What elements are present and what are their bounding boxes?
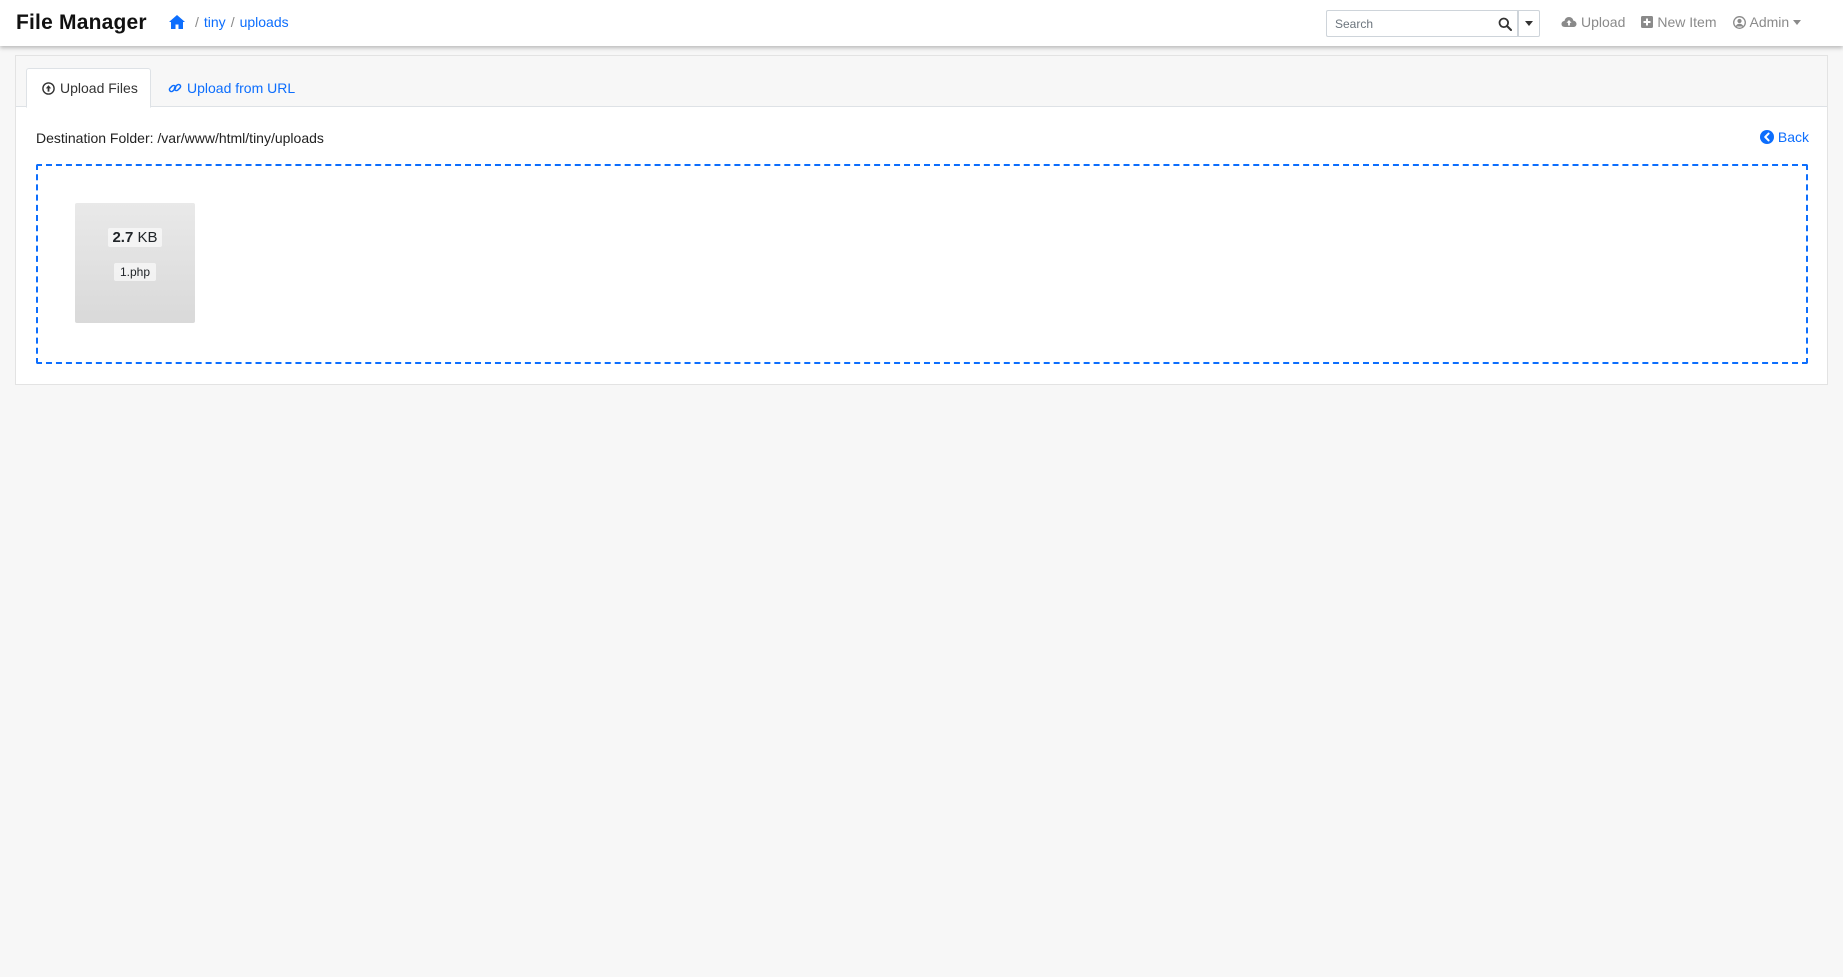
- link-icon: [168, 83, 182, 93]
- chevron-down-icon: [1793, 19, 1802, 25]
- file-size-value: 2.7: [112, 229, 134, 246]
- file-dropzone[interactable]: 2.7 KB 1.php: [36, 164, 1808, 364]
- new-item-link[interactable]: New Item: [1641, 14, 1717, 30]
- breadcrumb: / tiny / uploads: [168, 14, 289, 30]
- breadcrumb-item-uploads[interactable]: uploads: [240, 14, 289, 30]
- tab-upload-from-url[interactable]: Upload from URL: [168, 68, 295, 108]
- back-link[interactable]: Back: [1759, 129, 1809, 145]
- back-link-label: Back: [1777, 129, 1809, 145]
- upload-link-label: Upload: [1581, 14, 1626, 30]
- new-item-link-label: New Item: [1657, 14, 1717, 30]
- search-icon: [1498, 17, 1512, 31]
- breadcrumb-item-tiny[interactable]: tiny: [204, 14, 226, 30]
- card-header-tabs: Upload Files Upload from URL: [16, 56, 1827, 108]
- nav-links: Upload New Item Admin: [1561, 14, 1817, 30]
- search-button[interactable]: [1492, 10, 1518, 37]
- tab-upload-files-label: Upload Files: [60, 80, 138, 96]
- breadcrumb-separator: /: [195, 14, 199, 30]
- admin-dropdown[interactable]: Admin: [1732, 14, 1802, 30]
- cloud-upload-icon: [1561, 17, 1577, 27]
- chevron-circle-left-icon: [1759, 130, 1774, 144]
- tab-upload-from-url-label: Upload from URL: [187, 80, 296, 96]
- search-options-dropdown[interactable]: [1518, 10, 1540, 37]
- file-size-unit: KB: [137, 229, 158, 246]
- file-name-text: 1.php: [113, 263, 157, 281]
- app-brand[interactable]: File Manager: [16, 11, 147, 35]
- file-name: 1.php: [75, 263, 195, 281]
- destination-folder-text: Destination Folder: /var/www/html/tiny/u…: [36, 130, 324, 146]
- user-circle-icon: [1732, 15, 1746, 29]
- home-icon[interactable]: [168, 14, 186, 30]
- breadcrumb-separator: /: [230, 14, 235, 30]
- admin-label: Admin: [1749, 14, 1790, 30]
- upload-card: Upload Files Upload from URL Destination…: [15, 55, 1828, 385]
- top-navbar: File Manager / tiny / uploads Upload: [0, 0, 1843, 46]
- file-size: 2.7 KB: [75, 228, 195, 247]
- search-group: [1326, 10, 1540, 37]
- arrow-circle-up-icon: [42, 81, 55, 95]
- plus-square-icon: [1641, 16, 1654, 28]
- search-input[interactable]: [1326, 10, 1492, 37]
- upload-link[interactable]: Upload: [1561, 14, 1625, 30]
- file-preview[interactable]: 2.7 KB 1.php: [75, 203, 195, 323]
- tab-upload-files[interactable]: Upload Files: [26, 68, 151, 108]
- chevron-down-icon: [1525, 21, 1533, 26]
